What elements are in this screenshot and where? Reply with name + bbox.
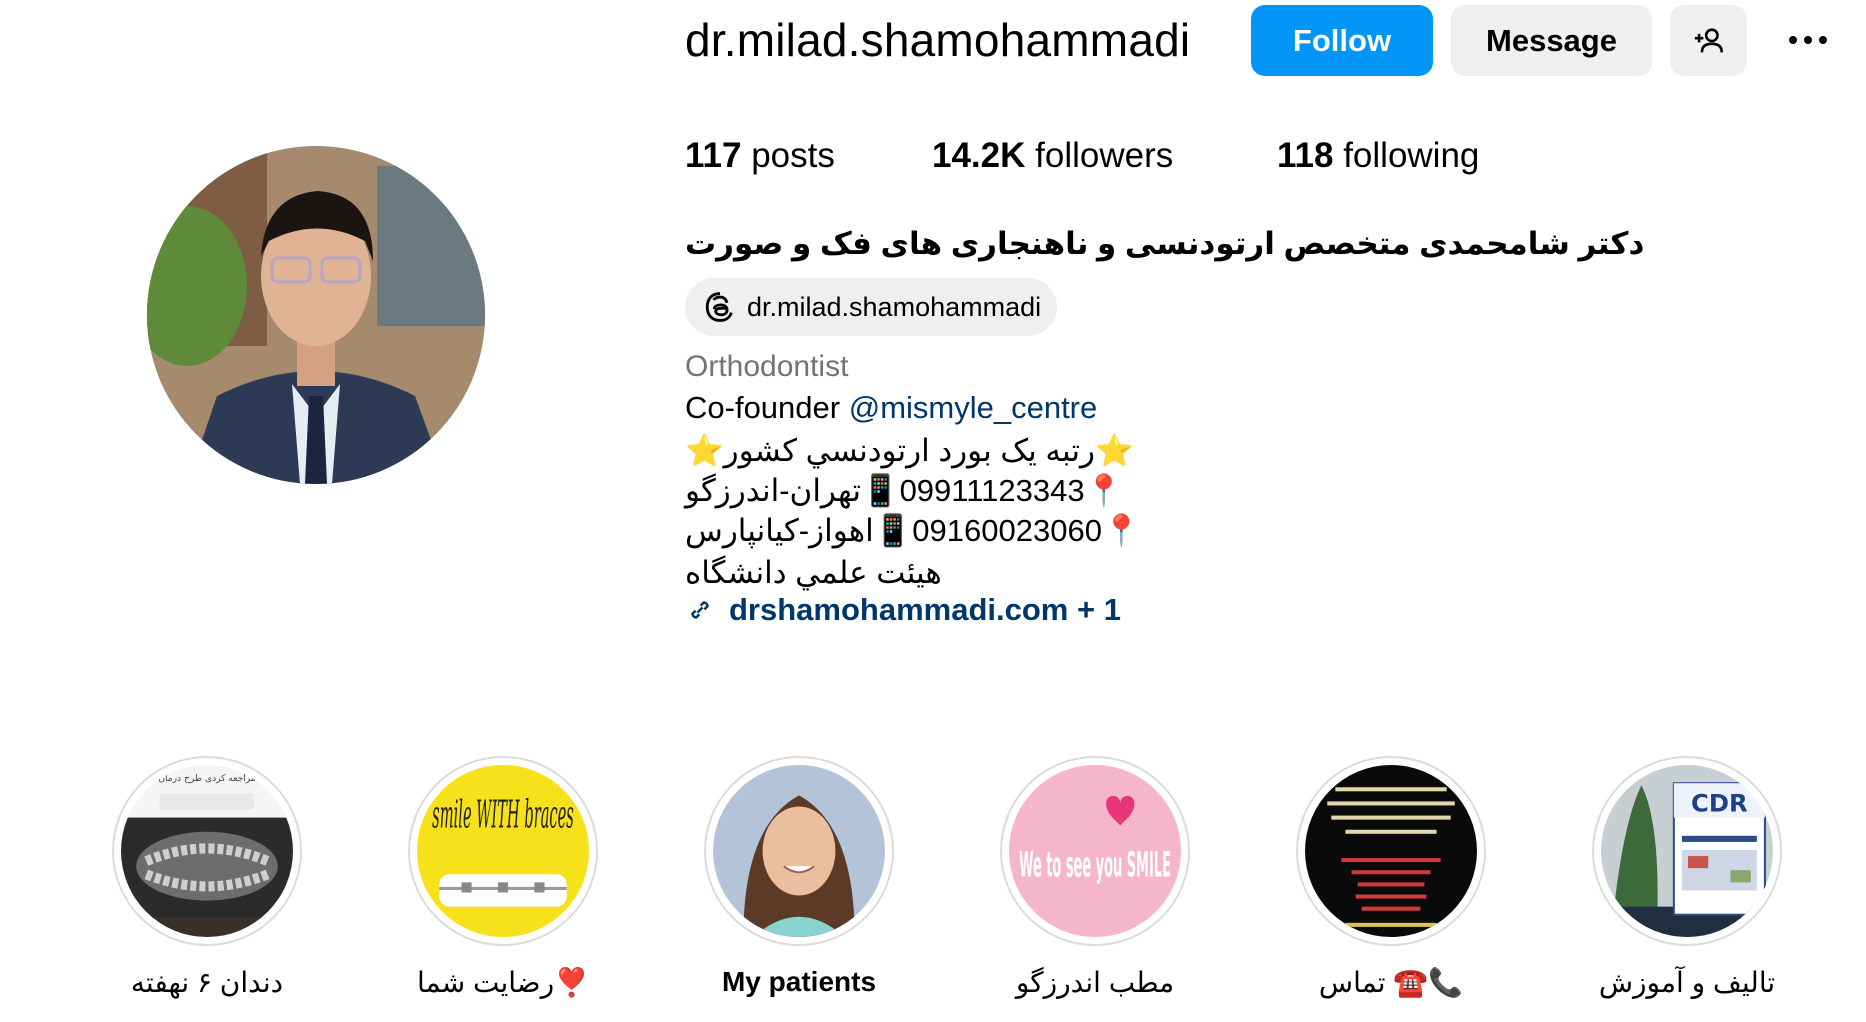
followers-link[interactable]: 14.2K followers (932, 136, 1173, 176)
patient-photo-icon (713, 765, 885, 937)
highlight-item[interactable]: My patients (704, 756, 894, 997)
highlight-ring[interactable]: CDR (1592, 756, 1782, 946)
cdr-text: CDR (1691, 789, 1748, 818)
xray-thumbnail-icon: مراجعه کردی طرح درمان (121, 765, 293, 937)
cdr-book-icon: CDR (1601, 765, 1773, 937)
threads-handle: dr.milad.shamohammadi (747, 291, 1042, 322)
bio-tehran-phone: 📍09911123343📱تهران-اندرزگو (685, 473, 1124, 508)
profile-avatar[interactable] (147, 146, 485, 484)
follow-button[interactable]: Follow (1251, 5, 1433, 76)
highlight-label: My patients (721, 966, 877, 997)
highlight-ring[interactable] (1296, 756, 1486, 946)
highlight-ring[interactable]: We to see you SMILE (1000, 756, 1190, 946)
mention-link[interactable]: @mismyle_centre (849, 390, 1098, 425)
profile-username: dr.milad.shamohammadi (685, 14, 1191, 66)
highlight-ring[interactable]: smile WITH braces (408, 756, 598, 946)
highlight-item[interactable]: smile WITH braces رضایت شما❣️ (408, 756, 598, 998)
highlight-item[interactable]: مراجعه کردی طرح درمان دندان ۶ نهفته (112, 756, 302, 998)
contact-info-icon (1305, 765, 1477, 937)
add-person-icon (1694, 27, 1723, 52)
profile-category: Orthodontist (685, 350, 849, 383)
dot-icon (1804, 36, 1812, 44)
suggested-users-button[interactable] (1670, 5, 1747, 76)
website-link[interactable]: drshamohammadi.com + 1 (685, 592, 1121, 628)
highlight-label: رضایت شما❣️ (417, 967, 589, 998)
xray-caption: مراجعه کردی طرح درمان (158, 774, 256, 784)
profile-photo (147, 146, 485, 484)
highlight-label: تالیف و آموزش (1598, 967, 1776, 998)
highlight-label: مطب اندرزگو (1015, 967, 1175, 998)
highlight-ring[interactable]: مراجعه کردی طرح درمان (112, 756, 302, 946)
highlight-item[interactable]: تماس ☎️📞 (1296, 756, 1486, 998)
link-icon (691, 601, 709, 619)
highlight-item[interactable]: CDR تالیف و آموزش (1592, 756, 1782, 998)
website-text: drshamohammadi.com + 1 (729, 592, 1121, 627)
highlight-label: دندان ۶ نهفته (130, 967, 284, 998)
bio-cofounder-prefix: Co-founder (685, 390, 849, 425)
see-you-smile-text: We to see you SMILE (1019, 845, 1171, 885)
threads-icon (705, 292, 733, 322)
bio-rank-line: ⭐رتبه یک بورد ارتودنسي کشور⭐ (685, 433, 1134, 468)
bio-ahvaz-phone: 📍09160023060📱اهواز-کیانپارس (685, 513, 1141, 548)
profile-full-name: دکتر شامحمدی متخصص ارتودنسی و ناهنجاری ه… (685, 226, 1645, 261)
bio-faculty-line: هیئت علمي دانشگاه (685, 555, 942, 590)
message-button[interactable]: Message (1451, 5, 1652, 76)
see-you-smile-icon: We to see you SMILE (1009, 765, 1181, 937)
smile-with-braces-icon: smile WITH braces (417, 765, 589, 937)
posts-count: 117 posts (685, 136, 835, 175)
highlight-label: تماس ☎️📞 (1318, 967, 1464, 998)
bio-cofounder-line: Co-founder @mismyle_centre (685, 390, 1097, 426)
smile-braces-text: smile WITH braces (432, 793, 574, 838)
dot-icon (1789, 36, 1797, 44)
highlight-item[interactable]: We to see you SMILE مطب اندرزگو (1000, 756, 1190, 998)
dot-icon (1819, 36, 1827, 44)
more-options-button[interactable] (1780, 20, 1836, 60)
threads-badge[interactable]: dr.milad.shamohammadi (685, 278, 1058, 336)
following-link[interactable]: 118 following (1277, 136, 1479, 176)
highlight-ring[interactable] (704, 756, 894, 946)
